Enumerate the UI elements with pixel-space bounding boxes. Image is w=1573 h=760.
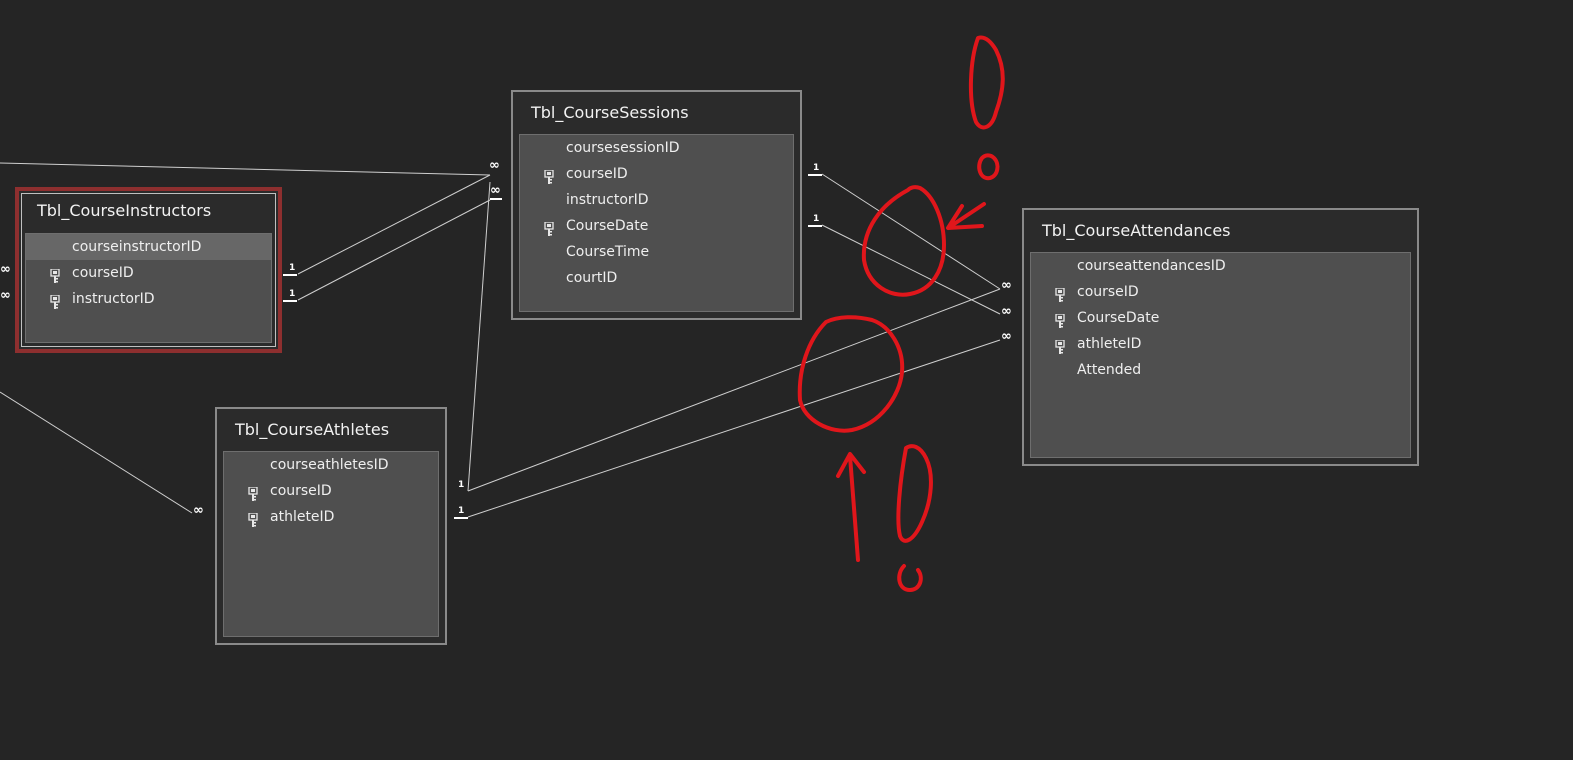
field-row[interactable]: CourseDate: [520, 213, 793, 239]
field-name: Attended: [1077, 362, 1142, 378]
field-name: courseID: [72, 265, 134, 281]
field-row[interactable]: athleteID: [1031, 331, 1410, 357]
primary-key-icon: [544, 219, 554, 236]
field-name: courseinstructorID: [72, 239, 202, 255]
field-name: courseathletesID: [270, 457, 389, 473]
field-row[interactable]: courseID: [26, 260, 271, 286]
one-marker: 1: [813, 163, 820, 173]
field-name: coursesessionID: [566, 140, 680, 156]
field-name: athleteID: [270, 509, 335, 525]
marker-bar: [283, 300, 297, 302]
many-marker: ∞: [1001, 278, 1012, 293]
field-row[interactable]: courseattendancesID: [1031, 253, 1410, 279]
field-name: courseID: [566, 166, 628, 182]
table-course-athletes[interactable]: Tbl_CourseAthletes courseathletesID cours…: [215, 407, 447, 645]
field-row[interactable]: courseinstructorID: [26, 234, 271, 260]
one-marker: 1: [813, 214, 820, 224]
field-name: CourseTime: [566, 244, 650, 260]
primary-key-icon: [1055, 311, 1065, 328]
field-list: coursesessionID courseID instructorID Cours…: [519, 134, 794, 312]
field-name: CourseDate: [1077, 310, 1160, 326]
rel-line-sessions-course-to-attendances: [821, 173, 1001, 290]
field-row[interactable]: courseID: [1031, 279, 1410, 305]
many-marker: ∞: [0, 262, 11, 277]
marker-bar: [490, 198, 502, 200]
many-marker: ∞: [1001, 304, 1012, 319]
marker-bar: [454, 517, 468, 519]
many-marker: ∞: [193, 503, 204, 518]
field-name: courseID: [1077, 284, 1139, 300]
field-list: courseattendancesID courseID CourseDate ath…: [1030, 252, 1411, 458]
table-course-instructors[interactable]: Tbl_CourseInstructors courseinstructorID…: [15, 187, 282, 353]
table-course-sessions[interactable]: Tbl_CourseSessions coursesessionID course…: [511, 90, 802, 320]
field-list: courseinstructorID courseID instructorID: [25, 233, 272, 343]
one-marker: 1: [458, 480, 465, 490]
marker-bar: [808, 174, 822, 176]
field-name: CourseDate: [566, 218, 649, 234]
rel-line-instructors-instructor-to-sessions: [297, 199, 491, 301]
field-row[interactable]: instructorID: [26, 286, 271, 312]
many-marker: ∞: [490, 183, 501, 198]
field-row[interactable]: courseID: [224, 478, 438, 504]
one-marker: 1: [458, 506, 465, 516]
primary-key-icon: [1055, 285, 1065, 302]
many-marker: ∞: [0, 288, 11, 303]
table-title[interactable]: Tbl_CourseAttendances: [1024, 210, 1417, 250]
field-row[interactable]: courtID: [520, 265, 793, 291]
field-row[interactable]: courseID: [520, 161, 793, 187]
field-row[interactable]: instructorID: [520, 187, 793, 213]
field-row[interactable]: CourseTime: [520, 239, 793, 265]
table-title[interactable]: Tbl_CourseSessions: [513, 92, 800, 132]
rel-line-athletes-athlete-to-attendances: [467, 339, 1001, 518]
many-marker: ∞: [489, 158, 500, 173]
field-name: athleteID: [1077, 336, 1142, 352]
field-row[interactable]: athleteID: [224, 504, 438, 530]
primary-key-icon: [248, 510, 258, 527]
primary-key-icon: [1055, 337, 1065, 354]
table-title[interactable]: Tbl_CourseAthletes: [217, 409, 445, 449]
table-title[interactable]: Tbl_CourseInstructors: [19, 191, 278, 229]
field-name: courtID: [566, 270, 618, 286]
field-row[interactable]: courseathletesID: [224, 452, 438, 478]
primary-key-icon: [50, 292, 60, 309]
primary-key-icon: [248, 484, 258, 501]
field-name: instructorID: [566, 192, 649, 208]
marker-bar: [808, 225, 822, 227]
field-row[interactable]: CourseDate: [1031, 305, 1410, 331]
one-marker: 1: [289, 263, 296, 273]
many-marker: ∞: [1001, 329, 1012, 344]
primary-key-icon: [50, 266, 60, 283]
rel-line-instructors-course-to-sessions: [297, 174, 491, 275]
primary-key-icon: [544, 167, 554, 184]
one-marker: 1: [289, 289, 296, 299]
field-row[interactable]: coursesessionID: [520, 135, 793, 161]
rel-line-athletes-to-sessions: [467, 181, 491, 492]
rel-line-sessions-date-to-attendances: [821, 224, 1001, 315]
field-name: courseID: [270, 483, 332, 499]
marker-bar: [283, 274, 297, 276]
field-name: courseattendancesID: [1077, 258, 1226, 274]
table-course-attendances[interactable]: Tbl_CourseAttendances courseattendancesI…: [1022, 208, 1419, 466]
rel-line-offscreen-to-athletes: [0, 391, 193, 514]
field-name: instructorID: [72, 291, 155, 307]
field-row[interactable]: Attended: [1031, 357, 1410, 383]
field-list: courseathletesID courseID athleteID: [223, 451, 439, 637]
rel-line-offscreen-to-sessions: [0, 162, 491, 176]
